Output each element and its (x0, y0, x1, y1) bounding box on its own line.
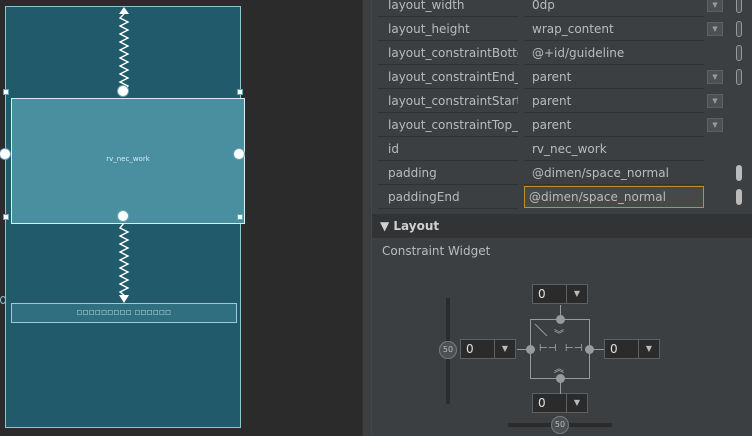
attribute-row-id[interactable]: id rv_nec_work (378, 137, 748, 161)
attribute-resource-pill-icon[interactable] (736, 21, 742, 37)
attribute-row-padding[interactable]: padding @dimen/space_normal (378, 161, 748, 185)
attribute-resource-pill-icon[interactable] (736, 0, 742, 13)
recycler-view-label: rv_nec_work (106, 155, 150, 163)
margin-bottom-spinner[interactable]: 0 ▼ (532, 393, 588, 413)
attribute-row-constraint-end[interactable]: layout_constraintEnd_toEr parent ▼ (378, 65, 748, 89)
width-fixed-icon[interactable]: ⊢⊣ (539, 343, 556, 354)
attribute-name: layout_width (378, 0, 518, 17)
attribute-resource-pill-icon[interactable] (736, 165, 742, 181)
attribute-value-input-focused[interactable]: @dimen/space_normal (524, 186, 704, 208)
constraint-widget-box: ︾ ︽ ⊢⊣ ⊢⊣ (517, 305, 604, 394)
attribute-value-input[interactable]: parent (524, 89, 704, 113)
attributes-panel: layout_width 0dp ▼ layout_height wrap_co… (372, 0, 752, 436)
margin-left-spinner[interactable]: 0 ▼ (460, 339, 516, 359)
left-constraint-knob[interactable] (526, 345, 535, 354)
right-anchor-handle[interactable] (233, 148, 245, 160)
attribute-name: layout_constraintTop_toTo (378, 113, 518, 137)
value-dropdown-arrow-icon[interactable]: ▼ (707, 118, 723, 132)
margin-top-spinner[interactable]: 0 ▼ (532, 284, 588, 304)
attribute-name: id (378, 137, 518, 161)
attribute-value-input[interactable]: rv_nec_work (524, 137, 704, 161)
attribute-row-constraint-start[interactable]: layout_constraintStart_toS parent ▼ (378, 89, 748, 113)
height-match-constraints-icon[interactable]: ︽ (554, 360, 564, 375)
margin-bottom-value: 0 (538, 396, 546, 410)
attribute-row-layout-width[interactable]: layout_width 0dp ▼ (378, 0, 748, 17)
attribute-resource-pill-icon[interactable] (736, 189, 742, 205)
attribute-resource-pill-icon[interactable] (736, 69, 742, 85)
margin-right-value: 0 (610, 342, 618, 356)
guideline-marker[interactable] (0, 296, 6, 304)
margin-left-value: 0 (466, 342, 474, 356)
attribute-value-input[interactable]: parent (524, 65, 704, 89)
panel-splitter[interactable] (362, 0, 372, 436)
attribute-value-input[interactable]: 0dp (524, 0, 704, 17)
attribute-value-input[interactable]: @+id/guideline (524, 41, 704, 65)
guideline-text-label: □□□□□□□□□ □□□□□□ (76, 309, 172, 316)
attribute-row-constraint-top[interactable]: layout_constraintTop_toTo parent ▼ (378, 113, 748, 137)
chevron-down-icon[interactable]: ▼ (566, 285, 587, 303)
value-dropdown-arrow-icon[interactable]: ▼ (707, 94, 723, 108)
diagonal-aspect-icon (534, 323, 548, 337)
attribute-name: layout_constraintBottom_t (378, 41, 518, 65)
width-fixed-icon[interactable]: ⊢⊣ (565, 343, 582, 354)
right-constraint-knob[interactable] (585, 345, 594, 354)
attribute-name: layout_height (378, 17, 518, 41)
attribute-row-padding-end[interactable]: paddingEnd @dimen/space_normal (378, 185, 748, 209)
value-dropdown-arrow-icon[interactable]: ▼ (707, 0, 723, 12)
attribute-name: layout_constraintStart_toS (378, 89, 518, 113)
recycler-view-selected[interactable]: rv_nec_work (11, 98, 245, 224)
height-match-constraints-icon[interactable]: ︾ (554, 326, 564, 341)
resize-handle-bottom-right[interactable] (237, 214, 243, 220)
horizontal-bias-knob[interactable]: 50 (551, 416, 569, 434)
resize-handle-bottom-left[interactable] (3, 214, 9, 220)
chevron-down-icon[interactable]: ▼ (638, 340, 659, 358)
top-constraint-knob[interactable] (556, 315, 565, 324)
top-anchor-handle[interactable] (117, 85, 129, 97)
attribute-resource-pill-icon[interactable] (736, 45, 742, 61)
attribute-name: paddingEnd (378, 185, 518, 209)
attribute-value-input[interactable]: @dimen/space_normal (524, 161, 704, 185)
attribute-value-input[interactable]: parent (524, 113, 704, 137)
attribute-value-input[interactable]: wrap_content (524, 17, 704, 41)
bottom-constraint-knob[interactable] (556, 374, 565, 383)
chevron-down-icon[interactable]: ▼ (494, 340, 515, 358)
bottom-constraint-spring (118, 223, 130, 303)
top-constraint-spring (118, 7, 130, 92)
attribute-name: padding (378, 161, 518, 185)
attribute-row-layout-height[interactable]: layout_height wrap_content ▼ (378, 17, 748, 41)
margin-top-value: 0 (538, 287, 546, 301)
attribute-name: layout_constraintEnd_toEr (378, 65, 518, 89)
attribute-row-constraint-bottom[interactable]: layout_constraintBottom_t @+id/guideline (378, 41, 748, 65)
chevron-down-icon[interactable]: ▼ (566, 394, 587, 412)
device-frame[interactable]: rv_nec_work □□□□□□□□□ □□□□□□ (0, 6, 245, 428)
resize-handle-top-left[interactable] (3, 89, 9, 95)
value-dropdown-arrow-icon[interactable]: ▼ (707, 22, 723, 36)
layout-section-header[interactable]: ▼ Layout (372, 214, 752, 238)
design-canvas[interactable]: rv_nec_work □□□□□□□□□ □□□□□□ (0, 0, 360, 436)
resize-handle-top-right[interactable] (237, 89, 243, 95)
left-anchor-handle[interactable] (0, 148, 11, 160)
bottom-anchor-handle[interactable] (117, 210, 129, 222)
vertical-bias-knob[interactable]: 50 (439, 341, 457, 359)
value-dropdown-arrow-icon[interactable]: ▼ (707, 70, 723, 84)
constraint-widget-title: Constraint Widget (382, 244, 491, 258)
guideline-text-view[interactable]: □□□□□□□□□ □□□□□□ (11, 303, 237, 323)
margin-right-spinner[interactable]: 0 ▼ (604, 339, 660, 359)
